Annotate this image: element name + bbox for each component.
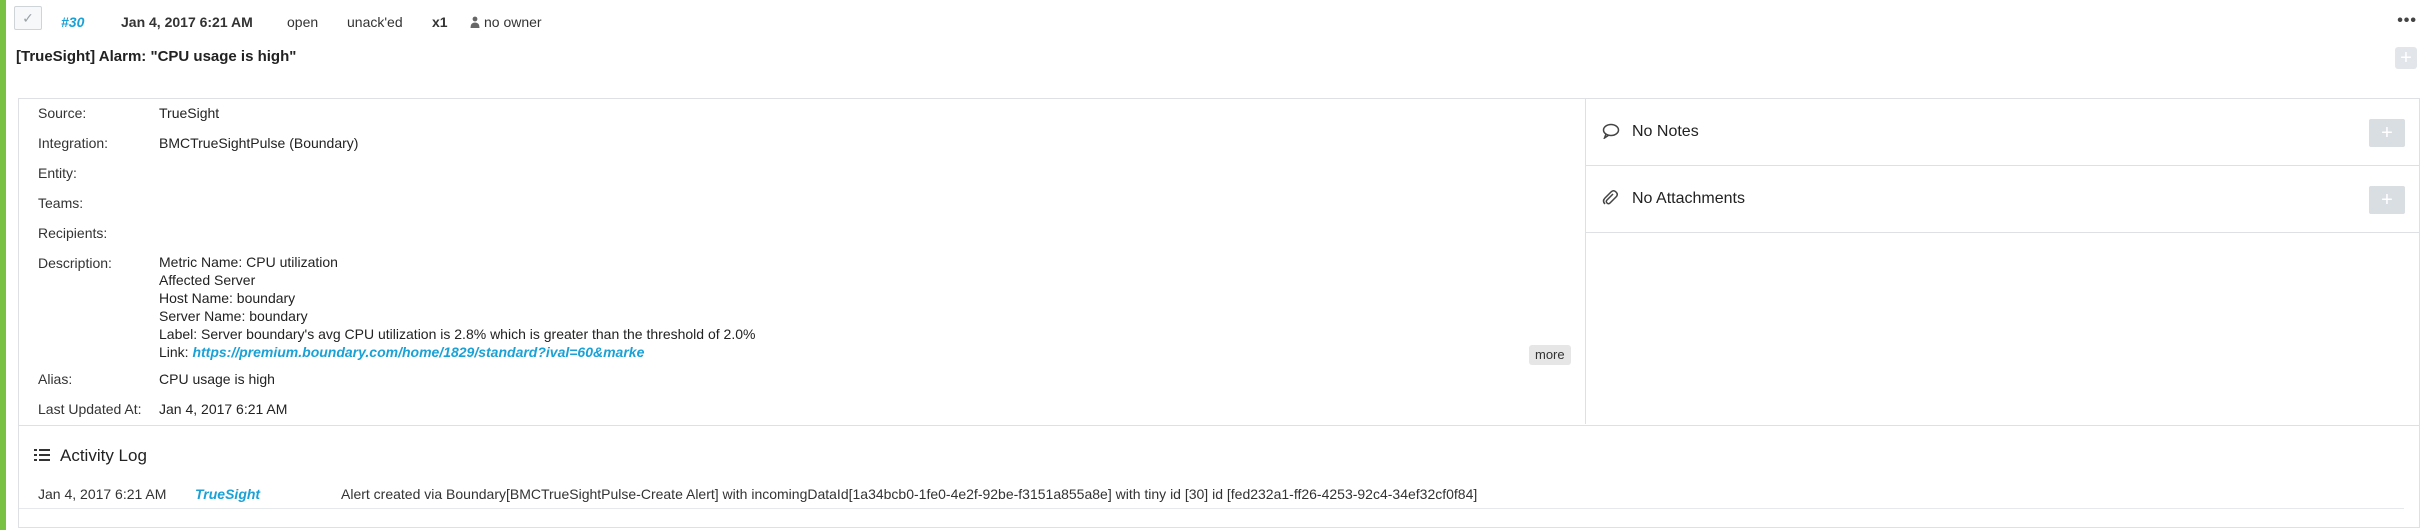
owner-text: no owner — [484, 14, 542, 30]
speech-bubble-icon — [1602, 123, 1620, 139]
alert-detail-panel: Source: TrueSight Integration: BMCTrueSi… — [18, 98, 2420, 528]
person-icon — [470, 16, 480, 28]
activity-user-link[interactable]: TrueSight — [195, 486, 260, 502]
alert-card: ✓ #30 Jan 4, 2017 6:21 AM open unack'ed … — [6, 0, 2435, 530]
alert-date: Jan 4, 2017 6:21 AM — [121, 14, 253, 30]
list-icon — [34, 449, 50, 461]
attachments-label: No Attachments — [1632, 190, 1745, 207]
attachments-section: No Attachments + — [1586, 166, 2419, 233]
description-link-line: Link: https://premium.boundary.com/home/… — [159, 344, 644, 360]
alert-title: [TrueSight] Alarm: "CPU usage is high" — [16, 48, 297, 65]
last-updated-label: Last Updated At: — [38, 401, 142, 417]
notes-label: No Notes — [1632, 123, 1699, 140]
activity-log-section: Activity Log Jan 4, 2017 6:21 AM TrueSig… — [19, 425, 2419, 528]
last-updated-value: Jan 4, 2017 6:21 AM — [159, 401, 288, 417]
activity-date: Jan 4, 2017 6:21 AM — [38, 486, 167, 502]
alert-header: ✓ #30 Jan 4, 2017 6:21 AM open unack'ed … — [14, 6, 2435, 36]
ack-status-label: unack'ed — [347, 14, 403, 30]
add-note-button[interactable]: + — [2369, 119, 2405, 147]
entity-label: Entity: — [38, 165, 77, 181]
recipients-label: Recipients: — [38, 225, 108, 241]
source-value: TrueSight — [159, 105, 220, 121]
check-icon: ✓ — [22, 10, 34, 26]
description-link[interactable]: https://premium.boundary.com/home/1829/s… — [192, 344, 644, 360]
details-section: Source: TrueSight Integration: BMCTrueSi… — [19, 99, 1586, 424]
activity-log-title: Activity Log — [60, 446, 147, 465]
owner-label[interactable]: no owner — [470, 14, 542, 30]
more-button[interactable]: more — [1529, 345, 1571, 365]
description-line: Label: Server boundary's avg CPU utiliza… — [159, 326, 756, 342]
more-actions-button[interactable]: ••• — [2397, 12, 2417, 30]
description-line: Affected Server — [159, 272, 256, 288]
alias-value: CPU usage is high — [159, 371, 275, 387]
paperclip-icon — [1602, 190, 1618, 205]
integration-label: Integration: — [38, 135, 109, 151]
teams-label: Teams: — [38, 195, 84, 211]
integration-value: BMCTrueSightPulse (Boundary) — [159, 135, 359, 151]
description-line: Metric Name: CPU utilization — [159, 254, 338, 270]
acknowledge-checkbox[interactable]: ✓ — [14, 6, 42, 30]
activity-message: Alert created via Boundary[BMCTrueSightP… — [341, 486, 1478, 502]
add-button[interactable]: + — [2395, 47, 2417, 69]
link-prefix: Link: — [159, 344, 193, 360]
add-attachment-button[interactable]: + — [2369, 186, 2405, 214]
alert-count: x1 — [432, 14, 448, 30]
alert-id-link[interactable]: #30 — [61, 14, 84, 30]
side-panel: No Notes + No Attachments + — [1586, 99, 2419, 424]
description-line: Server Name: boundary — [159, 308, 308, 324]
description-line: Host Name: boundary — [159, 290, 296, 306]
source-label: Source: — [38, 105, 87, 121]
notes-section: No Notes + — [1586, 99, 2419, 166]
description-label: Description: — [38, 255, 112, 271]
alias-label: Alias: — [38, 371, 73, 387]
activity-log-entry: Jan 4, 2017 6:21 AM TrueSight Alert crea… — [19, 480, 2404, 509]
status-label: open — [287, 14, 319, 30]
